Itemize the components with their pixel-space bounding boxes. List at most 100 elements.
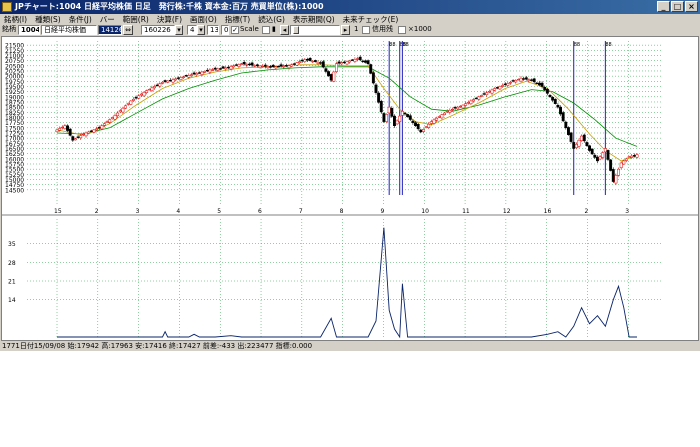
- date-dropdown-button[interactable]: ▾: [175, 25, 183, 35]
- candle-body: [340, 62, 344, 65]
- candle-body: [195, 73, 199, 76]
- candle-body: [166, 80, 170, 83]
- option-bar-label: ▮: [272, 25, 276, 33]
- candle-body: [284, 65, 288, 67]
- menu-item-indicator[interactable]: 指標(T): [221, 14, 254, 25]
- credit-checkbox[interactable]: [362, 26, 370, 34]
- menu-item-brand[interactable]: 銘柄(I): [0, 14, 31, 25]
- candle-body: [445, 111, 449, 113]
- candle-body: [168, 79, 172, 82]
- menu-item-settlement[interactable]: 決算(F): [153, 14, 186, 25]
- candle-body: [377, 92, 381, 103]
- slider-thumb[interactable]: [293, 26, 299, 34]
- candle-body: [66, 125, 69, 131]
- candle-body: [269, 66, 272, 68]
- slider-track[interactable]: [290, 25, 340, 35]
- candle-body: [543, 86, 547, 91]
- candle-body: [574, 144, 578, 148]
- candle-body: [324, 68, 328, 72]
- price-field[interactable]: 14126.0: [98, 25, 122, 35]
- price3-field[interactable]: 0: [221, 25, 229, 35]
- candle-body: [432, 119, 436, 124]
- candle-body: [271, 64, 275, 68]
- menu-item-condition[interactable]: 条件(J): [65, 14, 96, 25]
- event-marker-label: 88: [605, 42, 611, 48]
- arrows-button[interactable]: ⇔: [123, 25, 133, 35]
- candle-body: [559, 106, 562, 115]
- candle-body: [538, 82, 541, 86]
- candle-body: [132, 98, 135, 101]
- candle-body: [155, 84, 159, 87]
- candle-body: [490, 89, 494, 94]
- menu-item-screen[interactable]: 画面(O): [186, 14, 221, 25]
- candle-body: [79, 135, 83, 139]
- num1-value: 1: [354, 25, 359, 33]
- candle-body: [474, 97, 478, 100]
- candle-body: [443, 112, 446, 115]
- candle-body: [619, 162, 623, 168]
- candle-body: [590, 148, 594, 155]
- candle-body: [55, 129, 59, 132]
- chart-background: [2, 37, 698, 340]
- candle-body: [329, 74, 333, 81]
- candle-body: [150, 87, 154, 91]
- candle-body: [282, 65, 286, 68]
- candle-body: [456, 106, 460, 110]
- candle-body: [532, 78, 536, 83]
- price2-field[interactable]: 1350: [207, 25, 219, 35]
- indicator-tick-label: 21: [8, 279, 16, 286]
- candle-body: [327, 71, 330, 77]
- candle-body: [379, 100, 383, 113]
- candle-body: [393, 115, 396, 127]
- candle-body: [448, 109, 452, 113]
- candle-body: [345, 61, 349, 65]
- maximize-button[interactable]: □: [671, 1, 684, 12]
- close-button[interactable]: ×: [685, 1, 698, 12]
- candle-body: [74, 138, 77, 141]
- period-field[interactable]: 4: [187, 25, 197, 35]
- credit-label: 信用残: [372, 25, 393, 33]
- chart-area[interactable]: 21500 21250 21000 20750 20500 20250 20000 19750…: [1, 36, 699, 341]
- status-bar: 1771日付15/09/08 始:17942 高:17963 安:17416 終…: [2, 342, 313, 350]
- date-tick-label: 3: [136, 208, 140, 215]
- candle-body: [87, 131, 91, 134]
- candle-body: [464, 103, 468, 106]
- candle-body: [116, 112, 120, 117]
- candle-body: [451, 108, 454, 111]
- candle-body: [126, 103, 130, 105]
- period-dropdown-button[interactable]: ▾: [197, 25, 205, 35]
- candle-body: [606, 150, 610, 160]
- app-icon: [2, 2, 12, 12]
- candle-body: [453, 107, 457, 109]
- code-input[interactable]: 1004: [18, 25, 40, 35]
- candle-body: [406, 114, 410, 118]
- candle-body: [192, 72, 196, 75]
- minimize-button[interactable]: _: [657, 1, 670, 12]
- indicator-tick-label: 14: [8, 297, 16, 304]
- candle-body: [577, 139, 581, 147]
- candle-body: [487, 91, 491, 93]
- candle-body: [519, 77, 523, 82]
- candle-body: [337, 61, 341, 64]
- date-field[interactable]: 160226: [141, 25, 175, 35]
- slider-left-button[interactable]: ◂: [280, 25, 289, 35]
- menu-item-future-check[interactable]: 未来チェック(E): [339, 14, 403, 25]
- mult-checkbox[interactable]: [398, 26, 406, 34]
- slider-right-button[interactable]: ▸: [341, 25, 350, 35]
- candle-body: [200, 71, 204, 75]
- price-chart[interactable]: 2150021250210002075020500202502000019750…: [2, 37, 698, 340]
- option-checkbox[interactable]: [262, 26, 270, 34]
- scale-checkbox[interactable]: ✓: [231, 26, 239, 34]
- candle-body: [187, 75, 191, 78]
- name-field[interactable]: 日経平均株価: [41, 25, 97, 35]
- candle-body: [97, 127, 101, 129]
- candle-body: [567, 127, 570, 135]
- menu-item-display-period[interactable]: 表示期間(Q): [289, 14, 339, 25]
- menu-item-type[interactable]: 種類(S): [31, 14, 65, 25]
- menu-item-range[interactable]: 範囲(R): [119, 14, 153, 25]
- candle-body: [237, 64, 241, 67]
- candle-body: [551, 96, 555, 101]
- candle-body: [553, 98, 557, 104]
- menu-item-load[interactable]: 読込(G): [254, 14, 289, 25]
- menu-item-bar[interactable]: バー: [96, 14, 119, 25]
